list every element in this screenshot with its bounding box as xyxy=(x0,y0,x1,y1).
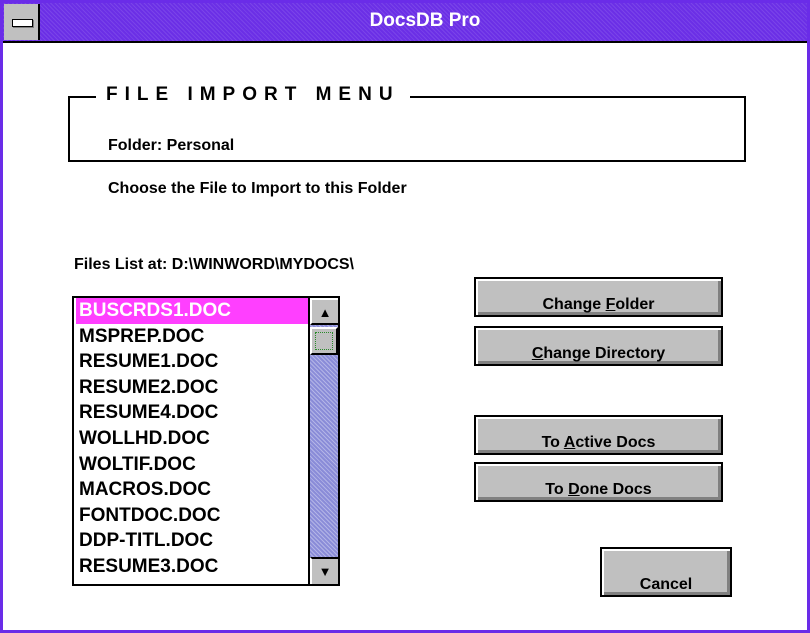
file-list-item[interactable]: RESUME1.DOC xyxy=(76,349,310,375)
change-directory-accel: C xyxy=(531,345,544,362)
scrollbar-thumb[interactable] xyxy=(310,327,338,355)
file-list-item[interactable]: DDP-TITL.DOC xyxy=(76,528,310,554)
arrow-down-icon[interactable]: ▼ xyxy=(310,557,338,584)
file-list-item[interactable]: MSPREP.DOC xyxy=(76,324,310,350)
change-folder-accel: F xyxy=(605,296,616,313)
file-list-item[interactable]: RESUME4.DOC xyxy=(76,400,310,426)
folder-label: Folder: Personal xyxy=(108,137,235,154)
to-active-docs-label-post: ctive Docs xyxy=(575,434,656,451)
to-done-docs-button[interactable]: To Done Docs xyxy=(474,462,723,502)
system-menu-icon[interactable] xyxy=(4,4,40,40)
to-done-docs-label-post: one Docs xyxy=(579,481,652,498)
file-list-item[interactable]: RESUME3.DOC xyxy=(76,554,310,580)
file-list-items: BUSCRDS1.DOC MSPREP.DOC RESUME1.DOC RESUME2… xyxy=(76,298,310,580)
cancel-label: Cancel xyxy=(639,576,693,593)
to-active-docs-label-pre: To xyxy=(541,434,564,451)
change-folder-label-pre: Change xyxy=(542,296,606,313)
title-bar[interactable]: DocsDB Pro xyxy=(3,3,807,43)
to-active-docs-accel: A xyxy=(563,434,576,451)
file-list-item[interactable]: MACROS.DOC xyxy=(76,477,310,503)
file-list-item[interactable]: WOLTIF.DOC xyxy=(76,452,310,478)
group-title: FILE IMPORT MENU xyxy=(96,84,410,106)
file-listbox[interactable]: BUSCRDS1.DOC MSPREP.DOC RESUME1.DOC RESUME2… xyxy=(72,296,340,586)
file-list-item[interactable]: FONTDOC.DOC xyxy=(76,503,310,529)
to-done-docs-label-pre: To xyxy=(545,481,569,498)
to-done-docs-accel: D xyxy=(568,481,580,498)
to-active-docs-button[interactable]: To Active Docs xyxy=(474,415,723,455)
change-directory-label-post: hange Directory xyxy=(543,345,666,362)
file-list-item[interactable]: WOLLHD.DOC xyxy=(76,426,310,452)
file-list-item[interactable]: BUSCRDS1.DOC xyxy=(76,298,310,324)
change-directory-button[interactable]: Change Directory xyxy=(474,326,723,366)
change-folder-label-post: older xyxy=(615,296,655,313)
change-folder-button[interactable]: Change Folder xyxy=(474,277,723,317)
instruction-text: Choose the File to Import to this Folder xyxy=(108,180,407,197)
arrow-up-icon[interactable]: ▲ xyxy=(310,298,338,325)
file-list-scrollbar[interactable]: ▲ ▼ xyxy=(308,298,338,584)
cancel-button[interactable]: Cancel xyxy=(600,547,732,597)
files-path-label: Files List at: D:\WINWORD\MYDOCS\ xyxy=(74,256,354,273)
file-list-item[interactable]: RESUME2.DOC xyxy=(76,375,310,401)
window-title: DocsDB Pro xyxy=(369,10,481,31)
